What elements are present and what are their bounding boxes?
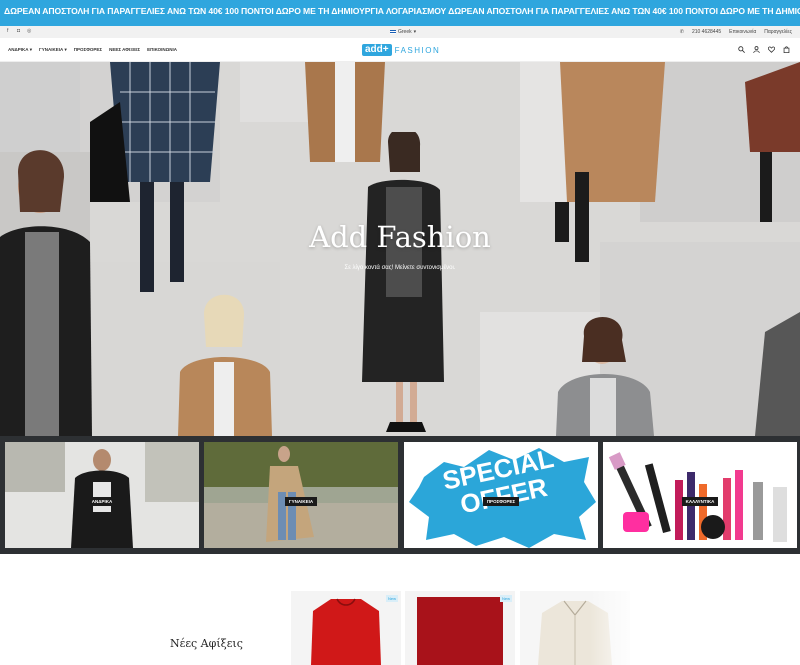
logo-wordmark: FASHION xyxy=(394,45,441,55)
nav-item-offers[interactable]: ΠΡΟΣΦΟΡΕΣ xyxy=(74,47,102,53)
model-figure xyxy=(362,132,444,432)
nav-item-new-arrivals[interactable]: ΝΕΕΣ ΑΦΙΞΕΙΣ xyxy=(109,47,140,53)
main-navigation: ΑΝΔΡΙΚΑ ▾ ΓΥΝΑΙΚΕΙΑ ▾ ΠΡΟΣΦΟΡΕΣ ΝΕΕΣ ΑΦΙ… xyxy=(0,38,800,62)
utility-bar: f ◘ ◎ Greek ▾ ✆ 210 4628445 Επικοινωνία … xyxy=(0,26,800,38)
category-card-offers[interactable]: SPECIAL OFFER ΠΡΟΣΦΟΡΕΣ xyxy=(404,442,598,548)
category-card-men[interactable]: ΑΝΔΡΙΚΑ xyxy=(5,442,199,548)
site-logo[interactable]: add+ FASHION xyxy=(362,44,440,56)
category-card-women[interactable]: ΓΥΝΑΙΚΕΙΑ xyxy=(204,442,398,548)
phone-number[interactable]: 210 4628445 xyxy=(692,29,721,35)
category-strip: ΑΝΔΡΙΚΑ ΓΥΝΑΙΚΕΙΑ SPECIAL OFFER ΠΡΟΣΦΟΡΕ… xyxy=(0,436,800,554)
chevron-down-icon: ▾ xyxy=(413,29,417,35)
model-figure xyxy=(556,316,654,436)
search-icon[interactable] xyxy=(738,46,745,53)
category-card-cosmetics[interactable]: ΚΑΛΛΥΝΤΙΚΑ xyxy=(603,442,797,548)
hero-banner: Add Fashion Σε λίγο κοντά σας! Μείνετε σ… xyxy=(0,62,800,436)
utility-right: ✆ 210 4628445 Επικοινωνία Παραγγελίες xyxy=(680,29,792,35)
new-badge: New xyxy=(385,595,398,602)
category-label: ΓΥΝΑΙΚΕΙΑ xyxy=(204,490,398,508)
model-figure xyxy=(745,62,800,222)
language-selector[interactable]: Greek ▾ xyxy=(390,29,416,35)
category-label: ΠΡΟΣΦΟΡΕΣ xyxy=(404,490,598,508)
greek-flag-icon xyxy=(390,30,396,34)
product-image xyxy=(311,598,381,665)
hero-subtitle: Σε λίγο κοντά σας! Μείνετε συντονισμένοι… xyxy=(344,265,456,271)
model-figure xyxy=(755,312,800,436)
account-icon[interactable] xyxy=(753,46,760,53)
nav-item-men[interactable]: ΑΝΔΡΙΚΑ ▾ xyxy=(8,47,32,53)
fade-overlay xyxy=(590,591,640,665)
new-arrivals-heading: Νέες Αφίξεις xyxy=(170,637,243,650)
orders-link[interactable]: Παραγγελίες xyxy=(764,29,792,35)
product-card[interactable]: New xyxy=(405,591,515,665)
tripadvisor-icon[interactable]: ◎ xyxy=(27,29,32,34)
cart-icon[interactable] xyxy=(783,46,790,53)
new-badge: New xyxy=(499,595,512,602)
model-figure xyxy=(0,150,92,436)
hero-title: Add Fashion xyxy=(309,220,491,254)
product-image xyxy=(417,597,503,665)
nav-item-contact[interactable]: ΕΠΙΚΟΙΝΩΝΙΑ xyxy=(147,47,177,53)
social-links: f ◘ ◎ xyxy=(7,29,32,34)
announcement-bar: ΔΩΡΕΑΝ ΑΠΟΣΤΟΛΗ ΓΙΑ ΠΑΡΑΓΓΕΛΙΕΣ ΑΝΩ ΤΩΝ … xyxy=(0,0,800,26)
nav-item-women[interactable]: ΓΥΝΑΙΚΕΙΑ ▾ xyxy=(39,47,67,53)
product-card[interactable]: New xyxy=(291,591,401,665)
category-label: ΚΑΛΛΥΝΤΙΚΑ xyxy=(603,490,797,508)
category-label: ΑΝΔΡΙΚΑ xyxy=(5,490,199,508)
instagram-icon[interactable]: ◘ xyxy=(17,29,22,34)
nav-icons xyxy=(738,46,790,53)
facebook-icon[interactable]: f xyxy=(7,29,12,34)
language-label: Greek xyxy=(398,29,412,35)
contact-link[interactable]: Επικοινωνία xyxy=(729,29,756,35)
announcement-text: ΔΩΡΕΑΝ ΑΠΟΣΤΟΛΗ ΓΙΑ ΠΑΡΑΓΓΕΛΙΕΣ ΑΝΩ ΤΩΝ … xyxy=(4,6,800,16)
nav-menu: ΑΝΔΡΙΚΑ ▾ ΓΥΝΑΙΚΕΙΑ ▾ ΠΡΟΣΦΟΡΕΣ ΝΕΕΣ ΑΦΙ… xyxy=(8,47,177,53)
wishlist-icon[interactable] xyxy=(768,46,775,53)
model-figure xyxy=(178,294,272,436)
logo-mark: add+ xyxy=(362,44,392,56)
model-figure xyxy=(305,62,385,162)
phone-icon: ✆ xyxy=(679,29,684,35)
